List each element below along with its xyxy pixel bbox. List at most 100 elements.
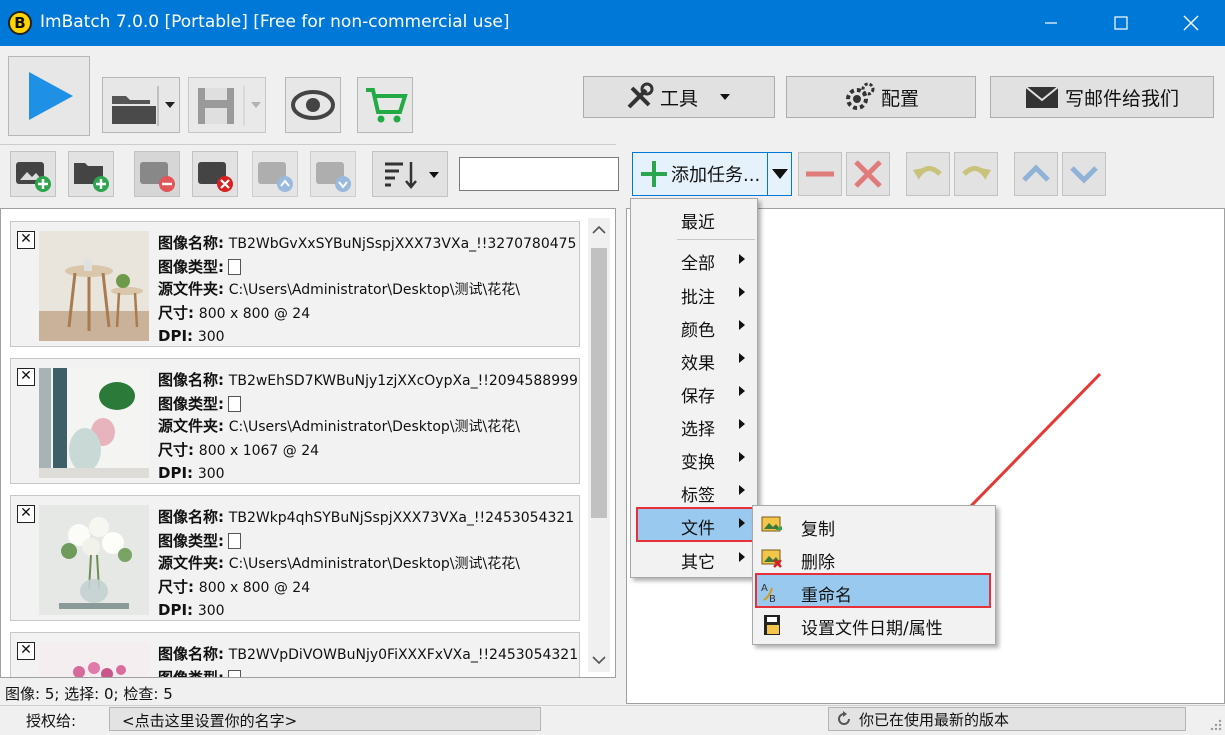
sort-dropdown-button[interactable] (372, 151, 448, 197)
redo-button[interactable] (954, 152, 998, 196)
submenu-item-copy[interactable]: 复制 (801, 515, 835, 540)
image-checkbox[interactable]: ✕ (17, 368, 35, 386)
config-label: 配置 (880, 87, 919, 110)
move-task-up-button[interactable] (1014, 152, 1058, 196)
chevron-down-icon (772, 169, 788, 179)
play-icon (29, 72, 73, 120)
add-task-button[interactable]: 添加任务... (632, 152, 792, 196)
gear-icon (845, 82, 875, 110)
envelope-icon (1025, 86, 1059, 108)
close-button[interactable] (1168, 0, 1214, 46)
image-dpi-value: 300 (197, 329, 225, 345)
file-submenu: 复制 删除 A B 重命名 设置文件日期/属性 (752, 505, 996, 645)
source-folder-value: C:\Users\Administrator\Desktop\测试\花花\ (228, 556, 520, 572)
image-checkbox[interactable]: ✕ (17, 231, 35, 249)
arrow-down-icon (1070, 166, 1098, 184)
move-task-down-button[interactable] (1062, 152, 1106, 196)
add-image-button[interactable] (10, 151, 56, 197)
menu-separator (677, 239, 755, 240)
scrollbar-thumb[interactable] (591, 248, 607, 518)
image-checkbox[interactable]: ✕ (17, 642, 35, 660)
image-size-value: 800 x 800 @ 24 (198, 305, 311, 322)
image-size-label: 尺寸: (158, 440, 194, 459)
image-name-value: TB2WVpDiVOWBuNjy0FiXXXFxVXa_!!2453054321 (228, 647, 579, 663)
move-image-down-button[interactable] (310, 151, 356, 197)
menu-item-select[interactable]: 选择 (681, 415, 715, 440)
submenu-item-rename[interactable]: 重命名 (801, 581, 852, 606)
delete-file-icon (761, 549, 782, 568)
image-dpi-label: DPI: (158, 327, 194, 345)
submenu-arrow-icon (739, 254, 745, 264)
image-card[interactable]: ✕ 图像名称: TB2Wkp4qhSYBuNjSspjXXX73VXa_!!24… (10, 495, 580, 621)
preview-button[interactable] (285, 77, 341, 133)
menu-item-save[interactable]: 保存 (681, 382, 715, 407)
source-folder-label: 源文件夹: (158, 554, 224, 572)
minus-icon (806, 171, 834, 177)
image-card[interactable]: ✕ 图像名称: TB2WVpDiVOWBuNjy0FiXXXFxVXa_!!24… (10, 632, 580, 677)
open-folder-dropdown-button[interactable] (102, 77, 180, 133)
image-card[interactable]: ✕ 图像名称: TB2WbGvXxSYBuNjSspjXXX73VXa_!!32… (10, 221, 580, 347)
menu-item-color[interactable]: 颜色 (681, 316, 715, 341)
menu-item-file[interactable]: 文件 (681, 514, 715, 539)
menu-item-transform[interactable]: 变换 (681, 448, 715, 473)
arrow-up-icon (1022, 164, 1050, 182)
refresh-icon (838, 711, 850, 725)
license-name-field[interactable]: <点击这里设置你的名字> (109, 707, 541, 731)
image-size-label: 尺寸: (158, 303, 194, 322)
eye-icon (291, 90, 335, 120)
image-dpi-label: DPI: (158, 464, 194, 482)
buy-button[interactable] (357, 77, 413, 133)
image-type-label: 图像类型: (158, 257, 224, 276)
image-info: 图像名称: TB2wEhSD7KWBuNjy1zjXXcOypXa_!!2094… (158, 369, 580, 486)
remove-all-button[interactable] (192, 151, 238, 197)
menu-item-tags[interactable]: 标签 (681, 481, 715, 506)
clear-tasks-button[interactable] (846, 152, 890, 196)
menu-item-recent[interactable]: 最近 (681, 208, 715, 233)
email-label: 写邮件给我们 (1064, 87, 1179, 110)
submenu-arrow-icon (739, 386, 745, 396)
image-name-value: TB2wEhSD7KWBuNjy1zjXXcOypXa_!!2094588999 (228, 373, 578, 389)
tools-dropdown-button[interactable]: 工具 (583, 76, 775, 118)
image-dpi-value: 300 (197, 603, 225, 619)
menu-item-effects[interactable]: 效果 (681, 349, 715, 374)
submenu-item-set-file-date[interactable]: 设置文件日期/属性 (801, 614, 943, 639)
run-button[interactable] (8, 56, 90, 136)
image-info: 图像名称: TB2Wkp4qhSYBuNjSspjXXX73VXa_!!2453… (158, 506, 580, 623)
minimize-button[interactable] (1028, 0, 1074, 46)
submenu-item-delete[interactable]: 删除 (801, 548, 835, 573)
add-image-icon (16, 162, 51, 192)
resize-grip-icon[interactable] (1209, 718, 1223, 732)
remove-task-button[interactable] (798, 152, 842, 196)
image-dpi-label: DPI: (158, 601, 194, 619)
image-list-scrollbar[interactable] (588, 218, 610, 672)
submenu-item-rename-highlight[interactable] (755, 573, 991, 608)
undo-button[interactable] (906, 152, 950, 196)
image-type-label: 图像类型: (158, 394, 224, 413)
move-image-up-button[interactable] (252, 151, 298, 197)
plus-icon (641, 161, 667, 187)
version-status-field[interactable]: 你已在使用最新的版本 (828, 707, 1186, 731)
image-thumbnail (39, 231, 149, 341)
email-us-button[interactable]: 写邮件给我们 (990, 76, 1214, 118)
document-icon (228, 396, 241, 412)
filter-input[interactable] (459, 157, 619, 191)
image-size-value: 800 x 800 @ 24 (198, 579, 311, 596)
menu-item-other[interactable]: 其它 (681, 548, 715, 573)
add-folder-button[interactable] (68, 151, 114, 197)
image-card[interactable]: ✕ 图像名称: TB2wEhSD7KWBuNjy1zjXXcOypXa_!!20… (10, 358, 580, 484)
save-dropdown-button[interactable] (188, 77, 266, 133)
menu-item-all[interactable]: 全部 (681, 249, 715, 274)
image-type-label: 图像类型: (158, 531, 224, 550)
window-title: ImBatch 7.0.0 [Portable] [Free for non-c… (40, 12, 510, 32)
image-count-status: 图像: 5; 选择: 0; 检查: 5 (5, 685, 173, 703)
config-button[interactable]: 配置 (786, 76, 976, 118)
x-icon (854, 160, 882, 188)
image-checkbox[interactable]: ✕ (17, 505, 35, 523)
menu-item-annotate[interactable]: 批注 (681, 283, 715, 308)
svg-text:B: B (769, 594, 776, 604)
submenu-arrow-icon (739, 552, 745, 562)
add-task-dropdown-arrow[interactable] (767, 153, 792, 195)
sort-icon (385, 162, 439, 189)
maximize-button[interactable] (1098, 0, 1144, 46)
remove-image-button[interactable] (134, 151, 180, 197)
